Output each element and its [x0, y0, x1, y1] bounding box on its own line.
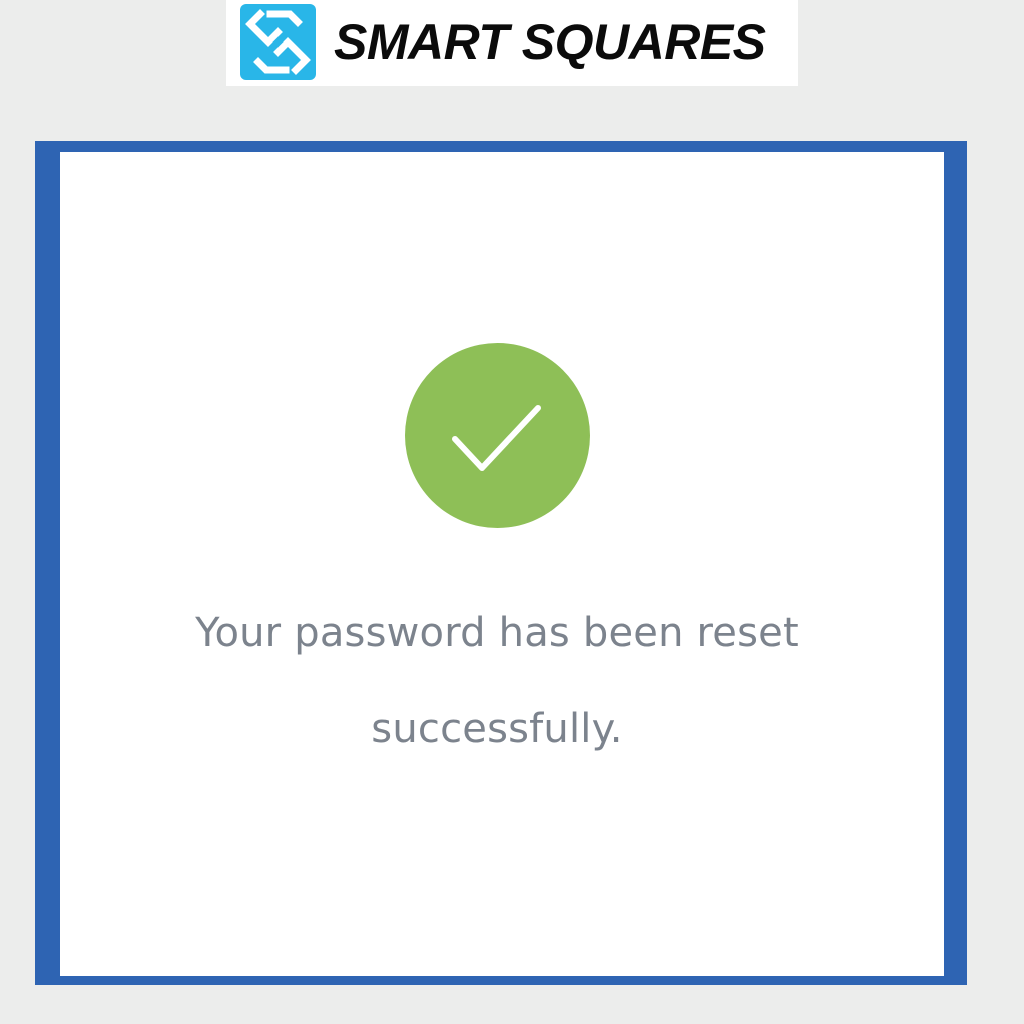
success-message-line-1: Your password has been reset	[195, 610, 799, 656]
brand-name: SMART SQUARES	[334, 14, 766, 70]
smart-squares-logo-icon	[238, 2, 318, 82]
checkmark-circle-icon	[405, 343, 590, 528]
success-message: Your password has been reset successfull…	[140, 585, 854, 777]
brand-header: SMART SQUARES	[226, 0, 798, 86]
confirmation-card	[60, 152, 944, 976]
success-message-line-2: successfully.	[371, 706, 623, 752]
